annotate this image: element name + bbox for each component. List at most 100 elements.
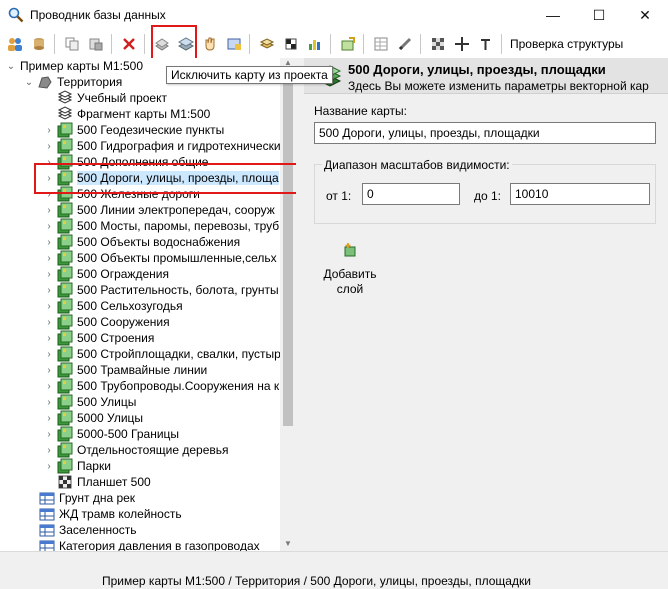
layer-icon	[57, 442, 73, 458]
tree-root-item[interactable]: ЖД трамв колейность	[26, 506, 182, 522]
chevron-down-icon[interactable]: ⌄	[6, 61, 16, 72]
tree-item[interactable]: › 5000 Улицы	[44, 410, 143, 426]
tree-territory[interactable]: ⌄ Территория	[24, 74, 123, 90]
tree-item[interactable]: › 500 Строения	[44, 330, 154, 346]
checkerboard-icon[interactable]	[427, 33, 449, 55]
add-layer-button[interactable]: Добавить слой	[318, 242, 382, 297]
paste-icon[interactable]	[85, 33, 107, 55]
tree-root-item[interactable]: Грунт дна рек	[26, 490, 135, 506]
tree-item[interactable]: › 500 Линии электропередач, сооруж	[44, 202, 275, 218]
layers-icon[interactable]	[256, 33, 278, 55]
tree-root-item[interactable]: Заселенность	[26, 522, 137, 538]
tree-item[interactable]: › 500 Трубопроводы.Сооружения на к	[44, 378, 279, 394]
tree-item[interactable]: › 500 Железные дороги	[44, 186, 200, 202]
tree-item[interactable]: › 500 Мосты, паромы, перевозы, труб	[44, 218, 279, 234]
text-icon[interactable]	[475, 33, 497, 55]
tree-root-item[interactable]: Категория давления в газопроводах	[26, 538, 260, 551]
add-layer-icon	[344, 243, 356, 257]
table-icon	[39, 522, 55, 538]
chevron-right-icon[interactable]: ›	[44, 221, 54, 232]
maximize-button[interactable]: ☐	[576, 0, 622, 30]
map-settings-icon[interactable]	[223, 33, 245, 55]
tree-item-label: 5000-500 Границы	[77, 427, 180, 441]
tree-item[interactable]: › Отдельностоящие деревья	[44, 442, 229, 458]
chevron-right-icon[interactable]: ›	[44, 413, 54, 424]
delete-icon[interactable]	[118, 33, 140, 55]
to-label: до 1:	[474, 189, 502, 203]
tree-item[interactable]: › 500 Улицы	[44, 394, 136, 410]
chevron-right-icon[interactable]: ›	[44, 253, 54, 264]
chevron-right-icon[interactable]: ›	[44, 333, 54, 344]
chevron-right-icon[interactable]: ›	[44, 381, 54, 392]
tree-item[interactable]: › 500 Геодезические пункты	[44, 122, 224, 138]
chevron-right-icon[interactable]: ›	[44, 445, 54, 456]
chevron-right-icon[interactable]: ›	[44, 141, 54, 152]
tree-item[interactable]: › 500 Трамвайные линии	[44, 362, 207, 378]
chevron-right-icon[interactable]: ›	[44, 125, 54, 136]
tree-item[interactable]: Планшет 500	[44, 474, 151, 490]
chevron-right-icon[interactable]: ›	[44, 365, 54, 376]
chevron-right-icon[interactable]: ›	[44, 173, 54, 184]
tree-item[interactable]: › 500 Объекты водоснабжения	[44, 234, 240, 250]
tree-item[interactable]: › 500 Сельхозугодья	[44, 298, 183, 314]
table-icon[interactable]	[370, 33, 392, 55]
export-icon[interactable]	[337, 33, 359, 55]
tree-item-label: 500 Стройплощадки, свалки, пустыр	[77, 347, 281, 361]
tree-scrollbar[interactable]: ▲ ▼	[280, 58, 296, 551]
scale-from-field[interactable]	[362, 183, 460, 205]
tree-item[interactable]: › 500 Гидрография и гидротехнически	[44, 138, 281, 154]
chevron-right-icon[interactable]: ›	[44, 205, 54, 216]
tree-item-label: 5000 Улицы	[77, 411, 144, 425]
tree-item[interactable]: › 500 Дополнения общие	[44, 154, 208, 170]
users-icon[interactable]	[4, 33, 26, 55]
tree-item[interactable]: › Парки	[44, 458, 111, 474]
chevron-right-icon[interactable]: ›	[44, 301, 54, 312]
tree-item[interactable]: Фрагмент карты М1:500	[44, 106, 210, 122]
chevron-down-icon[interactable]: ⌄	[24, 77, 34, 88]
scroll-down-icon[interactable]: ▼	[280, 539, 296, 551]
edit-icon[interactable]	[394, 33, 416, 55]
chevron-right-icon[interactable]: ›	[44, 349, 54, 360]
tree-root-item-label: Категория давления в газопроводах	[59, 539, 260, 551]
scale-to-field[interactable]	[510, 183, 650, 205]
tree-item[interactable]: › 500 Объекты промышленные,сельх	[44, 250, 277, 266]
chevron-right-icon[interactable]: ›	[44, 269, 54, 280]
layer-icon	[57, 186, 73, 202]
chevron-right-icon[interactable]: ›	[44, 317, 54, 328]
layer-icon	[57, 410, 73, 426]
layer-icon	[57, 170, 73, 186]
hand-icon[interactable]	[199, 33, 221, 55]
pane-splitter[interactable]	[296, 58, 304, 551]
chart-icon[interactable]	[304, 33, 326, 55]
chevron-right-icon[interactable]: ›	[44, 429, 54, 440]
close-button[interactable]: ✕	[622, 0, 668, 30]
tree-item[interactable]: › 500 Сооружения	[44, 314, 170, 330]
tree-item[interactable]: › 5000-500 Границы	[44, 426, 179, 442]
tree-item[interactable]: Учебный проект	[44, 90, 167, 106]
chevron-right-icon[interactable]: ›	[44, 285, 54, 296]
tree-root-item-label: Грунт дна рек	[59, 491, 136, 505]
add-map-icon[interactable]	[151, 33, 173, 55]
tree-item[interactable]: › 500 Дороги, улицы, проезды, площа	[44, 170, 279, 186]
copy-icon[interactable]	[61, 33, 83, 55]
grid-icon[interactable]	[280, 33, 302, 55]
check-structure-button[interactable]: Проверка структуры	[508, 37, 625, 51]
tree-item-label: 500 Сельхозугодья	[77, 299, 183, 313]
tree-root[interactable]: ⌄ Пример карты М1:500	[6, 58, 143, 74]
move-icon[interactable]	[451, 33, 473, 55]
scrollbar-thumb[interactable]	[283, 70, 293, 426]
database-icon[interactable]	[28, 33, 50, 55]
chevron-right-icon[interactable]: ›	[44, 461, 54, 472]
tree-item[interactable]: › 500 Растительность, болота, грунты	[44, 282, 279, 298]
map-name-field[interactable]	[314, 122, 656, 144]
table-icon	[39, 506, 55, 522]
chevron-right-icon[interactable]: ›	[44, 189, 54, 200]
chevron-right-icon[interactable]: ›	[44, 397, 54, 408]
tree-item[interactable]: › 500 Стройплощадки, свалки, пустыр	[44, 346, 281, 362]
chevron-right-icon[interactable]: ›	[44, 237, 54, 248]
tree-item[interactable]: › 500 Ограждения	[44, 266, 169, 282]
minimize-button[interactable]: —	[530, 0, 576, 30]
chevron-right-icon[interactable]: ›	[44, 157, 54, 168]
checker-icon	[57, 474, 73, 490]
exclude-map-icon[interactable]	[175, 33, 197, 55]
